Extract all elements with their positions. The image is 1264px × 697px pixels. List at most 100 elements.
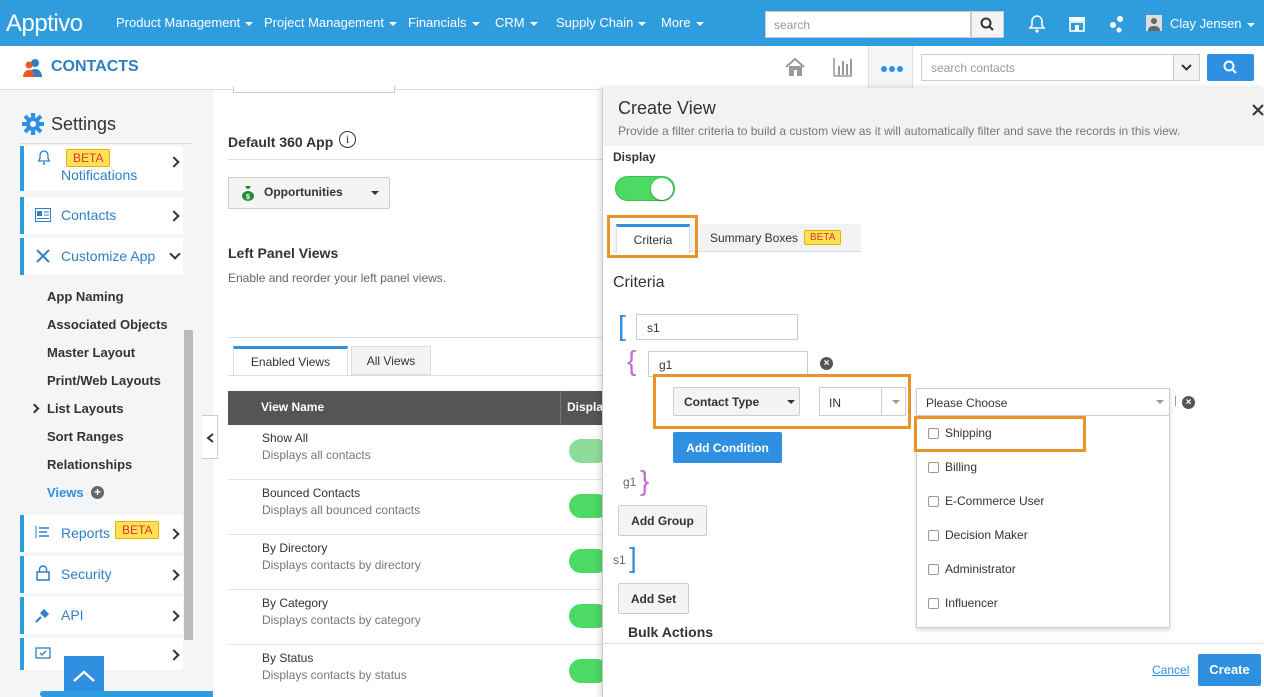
criteria-heading: Criteria <box>613 274 665 291</box>
global-search-input[interactable]: search <box>765 11 971 38</box>
sidebar-subitem-relationships[interactable]: Relationships <box>47 457 132 472</box>
user-avatar-icon[interactable] <box>1146 15 1162 31</box>
sidebar-subitem-master-layout[interactable]: Master Layout <box>47 345 135 360</box>
row-view-name: By Directory <box>262 541 328 555</box>
global-search-button[interactable] <box>971 11 1004 38</box>
nav-more[interactable]: More <box>661 15 704 30</box>
tab-criteria[interactable]: Criteria <box>616 224 690 253</box>
user-menu[interactable]: Clay Jensen <box>1170 16 1255 31</box>
reports-icon <box>35 526 49 538</box>
set-name-input[interactable]: s1 <box>636 314 798 340</box>
tools-icon <box>36 249 50 263</box>
set-open-bracket: [ <box>618 310 626 341</box>
chart-icon[interactable] <box>832 56 854 78</box>
set-close-label: s1 <box>613 553 626 567</box>
panel-title: Create View <box>618 98 716 118</box>
store-icon[interactable] <box>1067 14 1087 34</box>
column-header-view-name: View Name <box>261 400 325 414</box>
nav-product-management[interactable]: Product Management <box>116 15 254 30</box>
create-button[interactable]: Create <box>1198 654 1261 686</box>
nav-financials[interactable]: Financials <box>408 15 480 30</box>
nav-supply-chain[interactable]: Supply Chain <box>556 15 647 30</box>
contacts-search-input[interactable]: search contacts <box>921 54 1174 81</box>
app-title: CONTACTS <box>51 58 139 75</box>
option-shipping[interactable]: Shipping <box>928 426 992 440</box>
sidebar-subitem-sort-ranges[interactable]: Sort Ranges <box>47 429 124 444</box>
settings-title: Settings <box>51 114 117 134</box>
row-view-description: Displays contacts by directory <box>262 558 421 572</box>
sidebar-item-customize-app[interactable]: Customize App <box>20 238 183 275</box>
sidebar-item-security[interactable]: Security <box>20 556 183 593</box>
sidebar-subitem-views[interactable]: Views <box>47 485 84 500</box>
display-toggle-switch[interactable] <box>615 176 675 201</box>
bell-icon[interactable] <box>1027 14 1047 34</box>
chevron-right-icon <box>168 610 180 622</box>
default-360-app-dropdown[interactable]: $ Opportunities <box>228 177 390 209</box>
sidebar-subitem-print-web-layouts[interactable]: Print/Web Layouts <box>47 373 161 388</box>
bell-icon <box>37 150 51 165</box>
plug-icon <box>35 609 49 623</box>
sidebar-item-notifications[interactable]: BETA Notifications <box>20 146 183 191</box>
caret-down-icon <box>371 191 379 195</box>
option-decision-maker[interactable]: Decision Maker <box>928 528 1028 542</box>
add-view-icon[interactable]: + <box>91 486 104 499</box>
sidebar-item-label: Contacts <box>61 207 117 223</box>
sidebar-subitem-associated-objects[interactable]: Associated Objects <box>47 317 168 332</box>
default-360-title: Default 360 App <box>228 134 334 150</box>
option-e-commerce-user[interactable]: E-Commerce User <box>928 494 1044 508</box>
remove-group-icon[interactable]: × <box>820 357 833 370</box>
tab-enabled-views[interactable]: Enabled Views <box>233 346 348 376</box>
beta-badge: BETA <box>115 521 160 539</box>
info-icon[interactable]: i <box>339 131 356 148</box>
add-set-button[interactable]: Add Set <box>618 583 689 614</box>
operator-dropdown[interactable]: IN <box>819 387 906 416</box>
row-view-name: By Status <box>262 651 314 665</box>
collapse-sidebar-button[interactable] <box>202 415 218 459</box>
left-panel-views-description: Enable and reorder your left panel views… <box>228 271 447 285</box>
sidebar-item-reports[interactable]: Reports BETA <box>20 515 183 552</box>
cancel-link[interactable]: Cancel <box>1152 663 1189 677</box>
chevron-right-icon <box>168 156 180 168</box>
apptivo-logo[interactable]: Apptivo <box>6 10 83 38</box>
caret-down-icon <box>787 400 795 404</box>
row-view-description: Displays all contacts <box>262 448 371 462</box>
tab-all-views[interactable]: All Views <box>351 346 431 375</box>
remove-condition-icon[interactable]: × <box>1182 396 1195 409</box>
operator-value: IN <box>829 396 841 410</box>
nav-crm[interactable]: CRM <box>495 15 538 30</box>
chevron-right-icon <box>168 649 180 661</box>
sidebar-item-label: Security <box>61 566 112 582</box>
contacts-search-dropdown[interactable] <box>1173 54 1200 81</box>
more-options-button[interactable] <box>868 46 913 90</box>
sidebar-subitem-app-naming[interactable]: App Naming <box>47 289 124 304</box>
nav-project-management[interactable]: Project Management <box>264 15 397 30</box>
field-dropdown[interactable]: Contact Type <box>673 387 800 416</box>
money-bag-icon: $ <box>242 186 254 201</box>
sidebar-scrollbar[interactable] <box>184 330 193 640</box>
sidebar-item-contacts[interactable]: Contacts <box>20 197 183 234</box>
lock-icon <box>36 565 50 581</box>
option-administrator[interactable]: Administrator <box>928 562 1016 576</box>
apps-icon[interactable] <box>1107 14 1127 34</box>
option-billing[interactable]: Billing <box>928 460 977 474</box>
chevron-right-icon <box>168 569 180 581</box>
chevron-down-icon <box>169 248 181 260</box>
tab-summary-boxes[interactable]: Summary Boxes <box>710 231 798 245</box>
sidebar-item-api[interactable]: API <box>20 597 183 634</box>
add-group-button[interactable]: Add Group <box>618 505 707 536</box>
search-icon <box>980 17 994 31</box>
column-header-display: Displa <box>567 400 604 414</box>
value-multiselect[interactable]: Please Choose <box>916 388 1170 416</box>
caret-down-icon <box>1156 400 1164 404</box>
option-influencer[interactable]: Influencer <box>928 596 998 610</box>
close-icon[interactable] <box>1252 104 1264 116</box>
group-close-label: g1 <box>623 475 637 489</box>
sidebar-subitem-list-layouts[interactable]: List Layouts <box>47 401 124 416</box>
add-condition-button[interactable]: Add Condition <box>673 432 782 463</box>
contacts-icon <box>23 59 42 77</box>
chevron-right-icon <box>168 528 180 540</box>
beta-badge: BETA <box>66 149 111 167</box>
dropdown-value: Opportunities <box>264 185 343 199</box>
home-icon[interactable] <box>784 56 806 78</box>
contacts-search-button[interactable] <box>1207 54 1254 81</box>
